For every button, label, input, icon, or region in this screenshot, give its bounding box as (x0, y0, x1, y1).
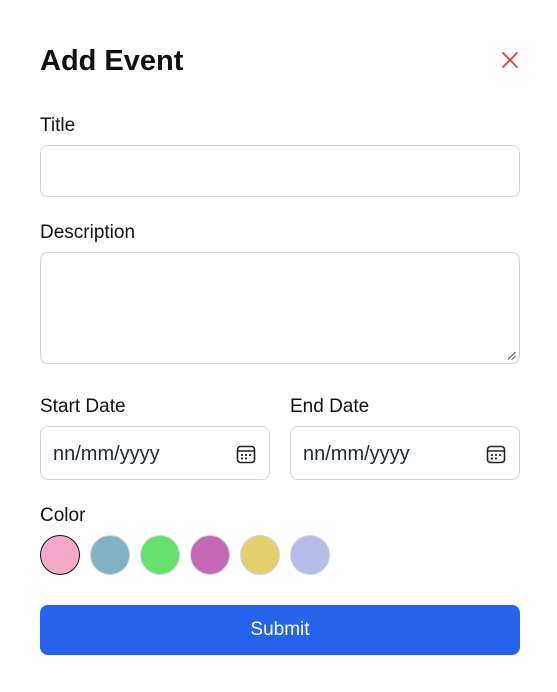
calendar-icon[interactable] (235, 443, 257, 465)
title-input[interactable] (40, 145, 520, 197)
color-swatch-teal[interactable] (90, 535, 130, 575)
start-date-label: Start Date (40, 396, 126, 417)
description-textarea[interactable] (40, 252, 520, 364)
submit-button[interactable]: Submit (40, 605, 520, 655)
close-button[interactable] (500, 50, 520, 70)
color-label: Color (40, 505, 86, 526)
end-date-label: End Date (290, 396, 370, 417)
color-swatch-purple[interactable] (190, 535, 230, 575)
close-icon (502, 52, 518, 68)
color-swatch-pink[interactable] (40, 535, 80, 575)
resize-handle-icon[interactable] (507, 351, 516, 360)
title-label: Title (40, 115, 76, 136)
dialog-title: Add Event (40, 45, 184, 77)
end-date-input[interactable]: nn/mm/yyyy (290, 426, 520, 480)
calendar-icon[interactable] (485, 443, 507, 465)
start-date-input[interactable]: nn/mm/yyyy (40, 426, 270, 480)
add-event-dialog: Add Event Title Description Start Date n… (0, 0, 557, 692)
color-swatch-lavender[interactable] (290, 535, 330, 575)
end-date-placeholder: nn/mm/yyyy (303, 443, 410, 465)
start-date-placeholder: nn/mm/yyyy (53, 443, 160, 465)
description-label: Description (40, 222, 136, 243)
color-swatch-yellow[interactable] (240, 535, 280, 575)
color-swatch-green[interactable] (140, 535, 180, 575)
